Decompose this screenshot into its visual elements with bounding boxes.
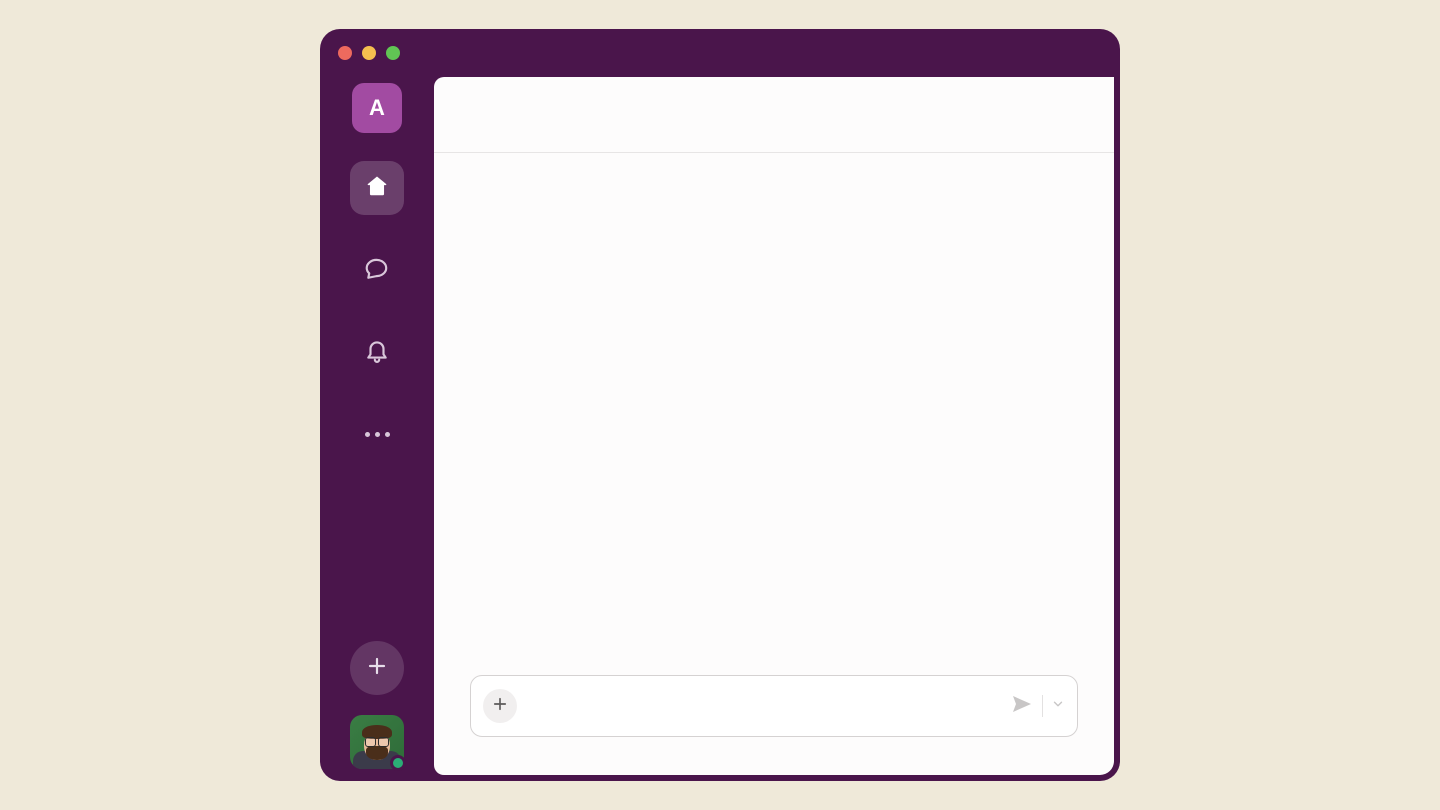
home-icon: [364, 173, 390, 204]
presence-indicator-icon: [390, 755, 406, 771]
chevron-down-icon: [1051, 697, 1065, 716]
nav-activity[interactable]: [350, 325, 404, 379]
nav-home[interactable]: [350, 161, 404, 215]
bell-icon: [364, 337, 390, 368]
plus-icon: [491, 695, 509, 718]
user-menu[interactable]: [350, 715, 404, 769]
message-list: [434, 153, 1114, 675]
nav-dms[interactable]: [350, 243, 404, 297]
workspace-letter: A: [369, 95, 385, 121]
message-composer: [470, 675, 1078, 737]
attach-button[interactable]: [483, 689, 517, 723]
body-row: A: [320, 77, 1120, 781]
message-input[interactable]: [527, 697, 1000, 715]
dms-icon: [364, 255, 390, 286]
plus-icon: [365, 654, 389, 683]
window-zoom-icon[interactable]: [386, 46, 400, 60]
divider: [1042, 695, 1043, 717]
send-icon: [1010, 692, 1034, 721]
more-icon: [365, 432, 390, 437]
main-panel: [434, 77, 1114, 775]
channel-header: [434, 77, 1114, 153]
window-minimize-icon[interactable]: [362, 46, 376, 60]
composer-zone: [434, 675, 1114, 775]
send-options[interactable]: [1051, 697, 1065, 716]
workspace-switcher[interactable]: A: [352, 83, 402, 133]
left-rail: A: [320, 77, 434, 781]
send-group: [1010, 692, 1065, 721]
compose-button[interactable]: [350, 641, 404, 695]
window-close-icon[interactable]: [338, 46, 352, 60]
titlebar: [320, 29, 1120, 77]
app-window: A: [320, 29, 1120, 781]
nav-more[interactable]: [350, 407, 404, 461]
send-button[interactable]: [1010, 692, 1034, 721]
